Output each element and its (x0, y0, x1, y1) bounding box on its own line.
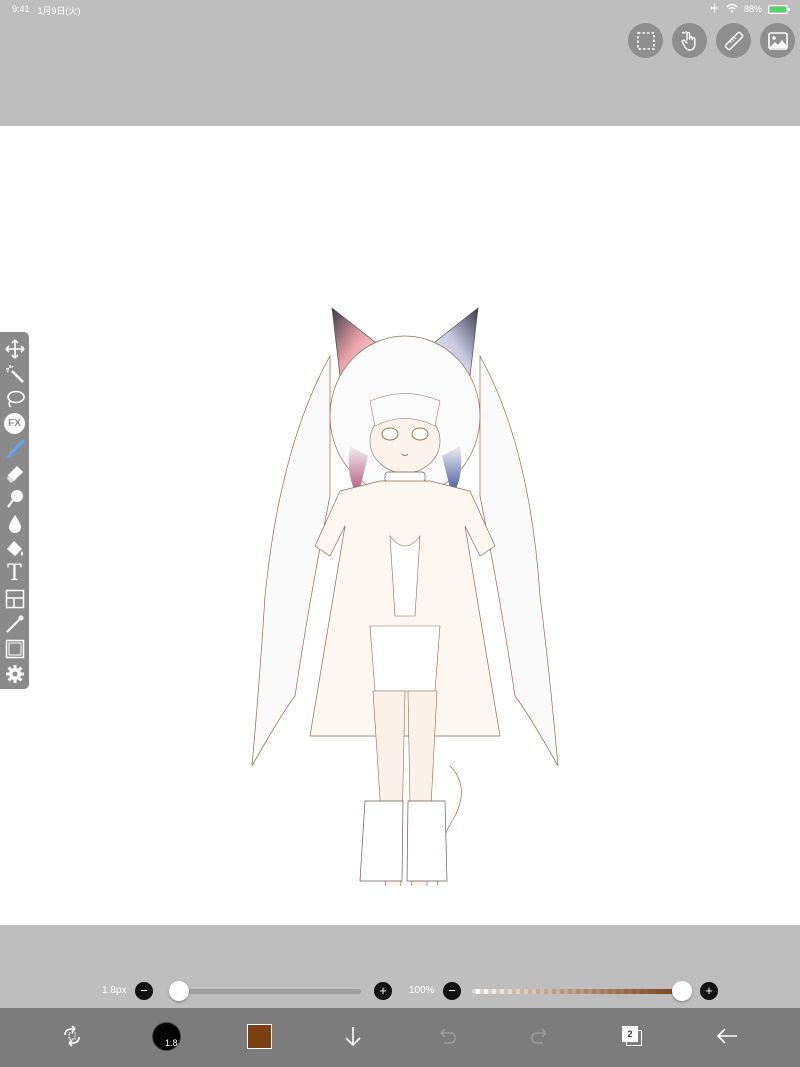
brush-size-preview: 1.8 (151, 1021, 181, 1051)
status-bar: 9:41 1月9日(火) 88% (0, 0, 800, 18)
brush-size-slider-thumb[interactable] (168, 981, 189, 1001)
airplane-icon (710, 3, 720, 15)
brush-size-plus-button[interactable]: + (374, 982, 392, 1000)
tool-magic-wand[interactable] (2, 361, 27, 386)
bottom-bar: 1.8 2 (0, 1008, 800, 1067)
transform-button[interactable] (52, 1016, 92, 1056)
status-right: 88% (710, 3, 790, 15)
arrow-left-icon (716, 1028, 737, 1044)
battery-percent: 88% (743, 4, 762, 14)
arrow-down-icon (345, 1027, 361, 1047)
brush-icon (6, 439, 24, 458)
brush-size-value: 1.8 (164, 1037, 178, 1048)
redo-icon (531, 1028, 547, 1044)
gesture-button[interactable] (672, 23, 707, 58)
fx-icon: FX (4, 413, 25, 434)
tool-fx[interactable]: FX (2, 411, 27, 436)
opacity-slider-thumb[interactable] (672, 981, 692, 1001)
hand-gesture-icon (681, 30, 695, 51)
layer-count: 2 (622, 1026, 638, 1042)
layers-button[interactable]: 2 (612, 1016, 652, 1056)
status-time: 9:41 (12, 4, 30, 14)
canvas-frame-icon (5, 639, 24, 658)
transform-rotate-icon (64, 1025, 80, 1047)
settings-gear-icon (5, 664, 24, 683)
tool-canvas[interactable] (2, 636, 27, 661)
ruler-button[interactable] (716, 23, 751, 58)
selection-button[interactable] (628, 23, 663, 58)
eraser-icon (6, 465, 23, 483)
lasso-icon (6, 390, 25, 408)
selection-icon (636, 31, 655, 50)
frame-divider-icon (5, 589, 24, 608)
opacity-plus-button[interactable]: + (700, 982, 718, 1000)
layers-icon: 2 (622, 1026, 642, 1046)
slider-row: 1.8px − + 100% − + (0, 980, 800, 1002)
battery-cap (788, 7, 790, 11)
ruler-icon (724, 31, 743, 50)
battery-fill (770, 6, 786, 12)
tool-settings[interactable] (2, 661, 27, 686)
color-button[interactable] (239, 1016, 279, 1056)
tool-eyedropper[interactable] (2, 611, 27, 636)
image-icon (767, 31, 788, 50)
download-button[interactable] (333, 1016, 373, 1056)
status-left: 9:41 1月9日(火) (12, 4, 81, 17)
redo-button[interactable] (520, 1016, 560, 1056)
tool-bucket[interactable] (2, 536, 27, 561)
tool-move[interactable] (2, 336, 27, 361)
blur-drop-icon (8, 514, 21, 533)
character-artwork (251, 307, 559, 886)
tool-frame-divider[interactable] (2, 586, 27, 611)
tool-brush[interactable] (2, 436, 27, 461)
wifi-icon (726, 3, 738, 15)
eyedropper-icon (5, 615, 23, 633)
top-actions (628, 23, 795, 58)
tool-text[interactable]: T (2, 561, 27, 586)
magic-wand-icon (5, 364, 24, 383)
tool-lasso[interactable] (2, 386, 27, 411)
text-icon: T (7, 560, 22, 586)
tool-blur[interactable] (2, 511, 27, 536)
smudge-icon (6, 489, 23, 508)
current-color-swatch (246, 1023, 272, 1049)
move-icon (4, 338, 25, 359)
opacity-minus-button[interactable]: − (443, 982, 461, 1000)
battery-icon (768, 4, 790, 14)
left-toolbar: FX T (0, 332, 29, 689)
undo-button[interactable] (427, 1016, 467, 1056)
bucket-fill-icon (6, 540, 23, 556)
opacity-slider[interactable] (472, 989, 682, 994)
tool-smudge[interactable] (2, 486, 27, 511)
back-button[interactable] (707, 1016, 747, 1056)
tool-eraser[interactable] (2, 461, 27, 486)
brush-size-slider[interactable] (175, 989, 361, 994)
undo-icon (440, 1028, 456, 1044)
status-date: 1月9日(火) (37, 6, 81, 16)
brush-size-label: 1.8px (102, 985, 127, 996)
brush-size-minus-button[interactable]: − (135, 982, 153, 1000)
opacity-label: 100% (409, 985, 435, 996)
brush-size-button[interactable]: 1.8 (146, 1016, 186, 1056)
image-button[interactable] (760, 23, 795, 58)
drawing-canvas[interactable] (0, 126, 800, 925)
